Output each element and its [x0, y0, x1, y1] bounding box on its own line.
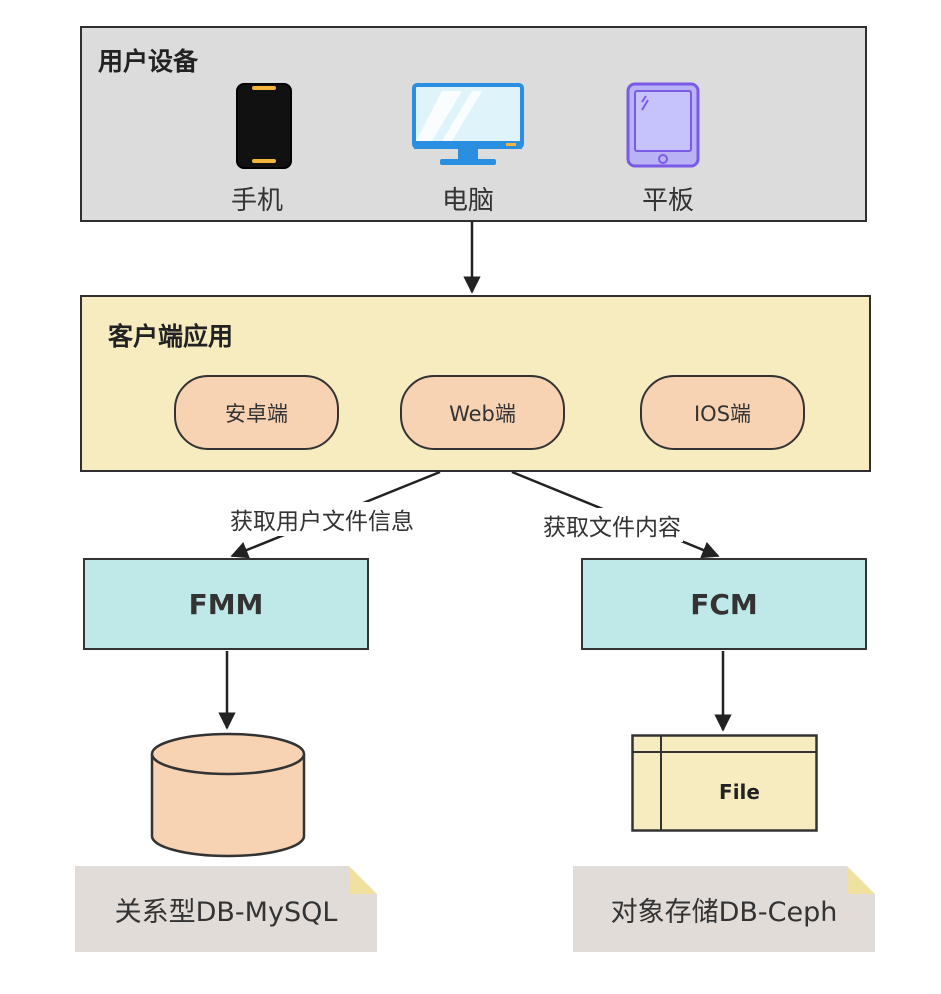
note-ceph: 对象存储DB-Ceph	[573, 866, 875, 952]
edge-label-file-info: 获取用户文件信息	[228, 502, 416, 536]
service-fcm: FCM	[581, 558, 867, 650]
file-storage-icon: File	[631, 734, 818, 832]
note-ceph-text: 对象存储DB-Ceph	[610, 896, 838, 928]
note-fold-icon	[847, 866, 875, 894]
note-mysql: 关系型DB-MySQL	[75, 866, 377, 952]
note-mysql-text: 关系型DB-MySQL	[114, 896, 338, 928]
file-label: File	[719, 780, 760, 804]
database-cylinder-icon	[150, 732, 306, 858]
connectors	[218, 222, 732, 732]
note-fold-icon	[349, 866, 377, 894]
edge-label-file-content: 获取文件内容	[541, 508, 683, 542]
service-fmm: FMM	[83, 558, 369, 650]
